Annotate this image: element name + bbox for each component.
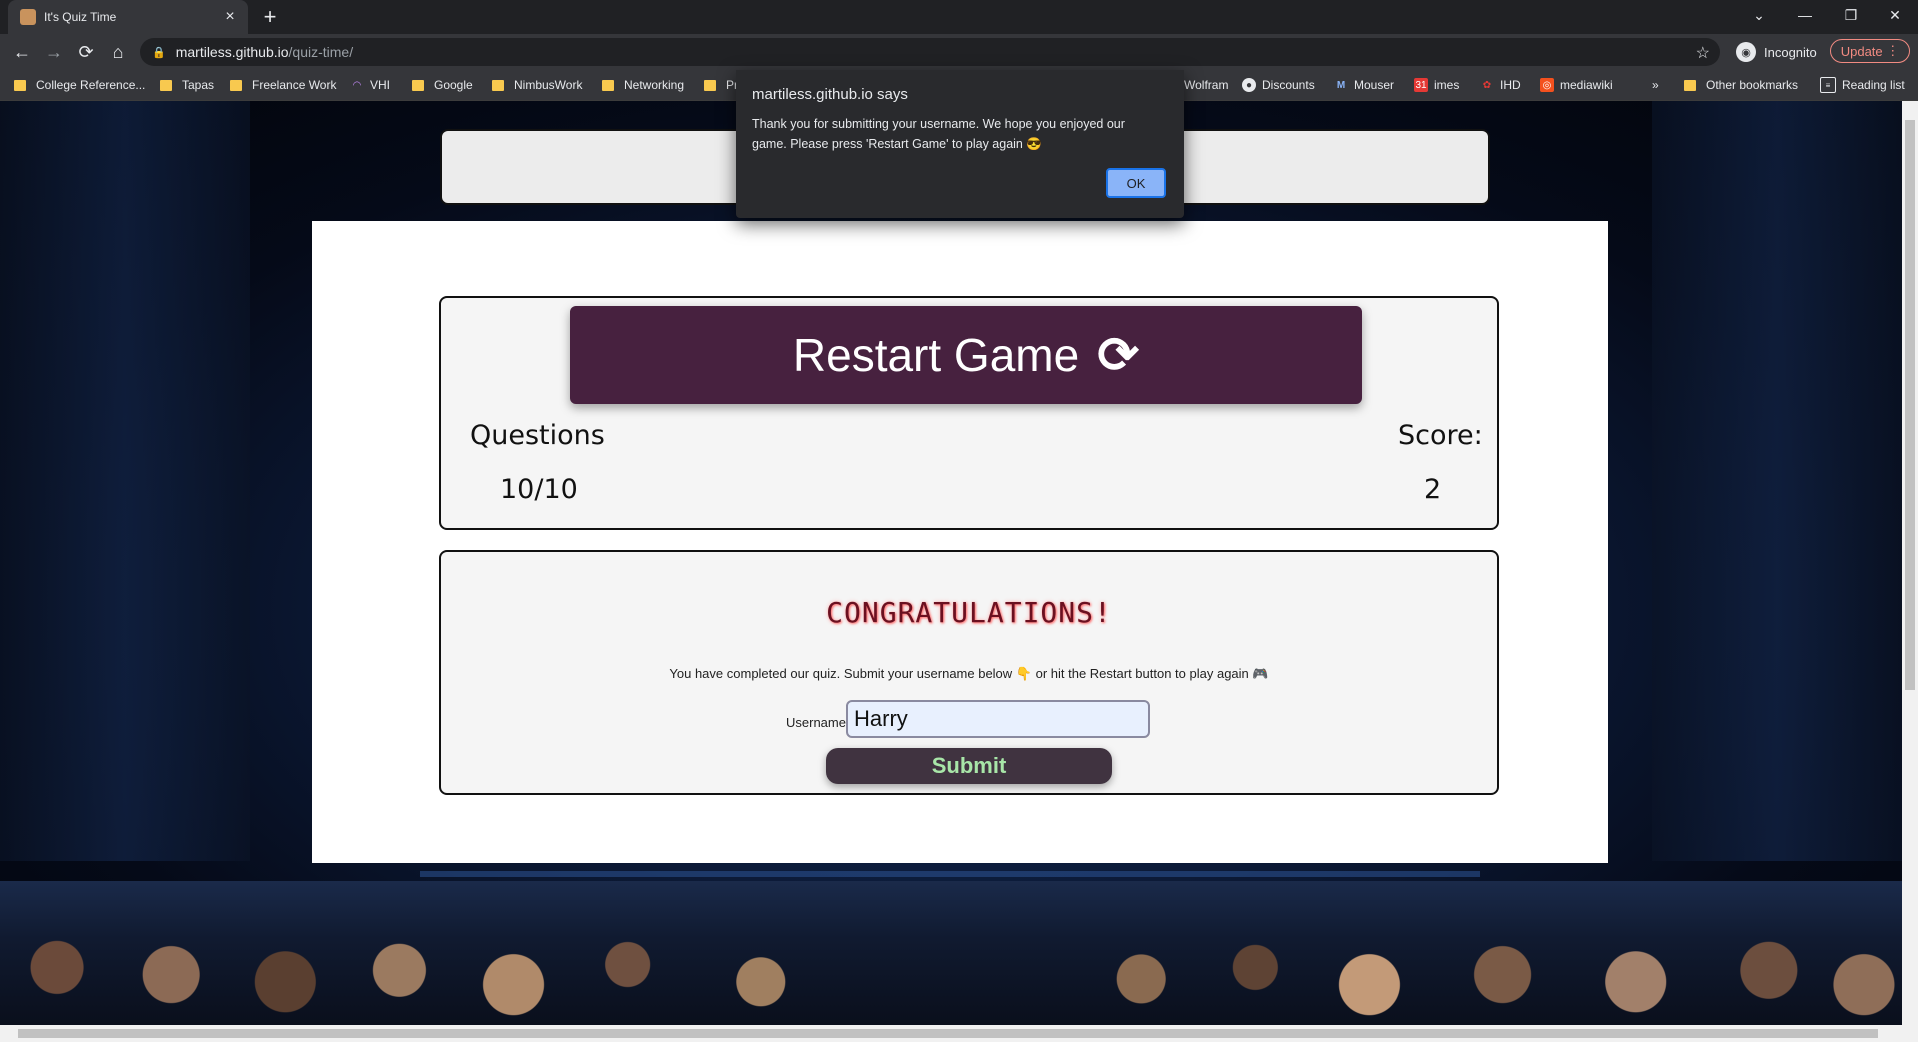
- other-bookmarks[interactable]: Other bookmarks: [1684, 76, 1798, 94]
- bookmark-item[interactable]: ◠ VHI: [350, 76, 390, 94]
- quiz-favicon-icon: [20, 9, 36, 25]
- bookmark-label: Google: [434, 78, 473, 92]
- incognito-indicator[interactable]: ◉ Incognito: [1736, 40, 1817, 64]
- folder-icon: [412, 79, 424, 91]
- username-input[interactable]: [846, 700, 1150, 738]
- url-host: martiless.github.io: [175, 44, 289, 60]
- overflow-label: »: [1652, 78, 1659, 92]
- bookmark-label: Networking: [624, 78, 685, 92]
- reading-list-icon: ≡: [1820, 77, 1836, 93]
- questions-label: Questions: [470, 420, 605, 451]
- folder-icon: [1684, 79, 1696, 91]
- background-stage: [420, 871, 1480, 877]
- discounts-icon: ●: [1242, 78, 1256, 92]
- folder-icon: [704, 79, 716, 91]
- bookmark-label: mediawiki: [1560, 78, 1613, 92]
- new-tab-button[interactable]: +: [258, 4, 282, 29]
- mouser-icon: M: [1336, 79, 1346, 91]
- home-icon[interactable]: ⌂: [106, 40, 130, 64]
- horizontal-scrollbar-thumb[interactable]: [18, 1029, 1878, 1038]
- browser-title-bar: It's Quiz Time × + ⌄ — ❐ ✕: [0, 0, 1918, 34]
- restart-game-button[interactable]: Restart Game ⟳: [570, 306, 1362, 404]
- congratulations-heading: CONGRATULATIONS!: [826, 596, 1112, 629]
- folder-icon: [230, 79, 242, 91]
- bookmark-label: College Reference...: [36, 78, 146, 92]
- folder-icon: [602, 79, 614, 91]
- browser-tab[interactable]: It's Quiz Time ×: [8, 0, 248, 34]
- address-bar[interactable]: 🔒 martiless.github.io/quiz-time/ ☆: [140, 38, 1720, 66]
- alert-dialog: martiless.github.io says Thank you for s…: [736, 70, 1184, 218]
- questions-value: 10/10: [500, 474, 578, 505]
- bookmark-item[interactable]: ◎ mediawiki: [1540, 76, 1613, 94]
- bookmark-item[interactable]: Google: [412, 76, 473, 94]
- bookmark-label: Wolfram: [1184, 78, 1229, 92]
- background-curtain-right: [1652, 101, 1902, 861]
- lock-icon: 🔒: [152, 46, 166, 59]
- bookmark-item[interactable]: Tapas: [160, 76, 214, 94]
- submit-label: Submit: [931, 753, 1007, 778]
- reading-list[interactable]: ≡ Reading list: [1820, 76, 1905, 94]
- tab-close-icon[interactable]: ×: [220, 7, 240, 27]
- score-label: Score:: [1398, 420, 1483, 451]
- bookmark-item[interactable]: College Reference...: [14, 76, 145, 94]
- submit-button[interactable]: Submit: [826, 748, 1112, 784]
- url-path: /quiz-time/: [288, 44, 354, 60]
- bookmark-label: Reading list: [1842, 78, 1905, 92]
- bookmark-item[interactable]: 31 imes: [1414, 76, 1459, 94]
- bookmark-label: Discounts: [1262, 78, 1315, 92]
- restart-label: Restart Game: [792, 329, 1080, 381]
- bookmark-label: Tapas: [182, 78, 215, 92]
- bookmark-item[interactable]: ● Discounts: [1242, 76, 1315, 94]
- restore-button[interactable]: ❐: [1828, 0, 1874, 30]
- vertical-scrollbar-thumb[interactable]: [1905, 120, 1915, 690]
- completion-message: You have completed our quiz. Submit your…: [669, 666, 1269, 681]
- incognito-icon: ◉: [1736, 42, 1756, 62]
- ihd-icon: ✿: [1482, 79, 1492, 91]
- vhi-icon: ◠: [352, 79, 362, 91]
- background-audience-image: [0, 881, 1902, 1025]
- dialog-ok-button[interactable]: OK: [1106, 168, 1166, 198]
- tab-title: It's Quiz Time: [44, 10, 117, 24]
- browser-toolbar: ← → ⟳ ⌂ 🔒 martiless.github.io/quiz-time/…: [0, 34, 1918, 70]
- close-window-button[interactable]: ✕: [1872, 0, 1918, 30]
- score-value: 2: [1424, 474, 1442, 505]
- bookmark-label: Other bookmarks: [1706, 78, 1799, 92]
- folder-icon: [14, 79, 26, 91]
- tab-search-icon[interactable]: ⌄: [1736, 0, 1782, 30]
- update-label: Update: [1840, 43, 1883, 59]
- bookmark-label: imes: [1434, 78, 1460, 92]
- back-arrow-icon[interactable]: ←: [10, 40, 34, 64]
- bookmarks-overflow-button[interactable]: »: [1652, 76, 1659, 94]
- background-curtain-left: [0, 101, 250, 861]
- bookmark-label: VHI: [370, 78, 391, 92]
- folder-icon: [160, 79, 172, 91]
- calendar-icon: 31: [1414, 78, 1428, 92]
- bookmark-item[interactable]: Wolfram: [1184, 76, 1228, 94]
- bookmark-star-icon[interactable]: ☆: [1696, 43, 1710, 63]
- bookmark-item[interactable]: Networking: [602, 76, 684, 94]
- bookmark-item[interactable]: Freelance Work: [230, 76, 336, 94]
- bookmark-label: NimbusWork: [514, 78, 583, 92]
- minimize-button[interactable]: —: [1782, 0, 1828, 30]
- bookmark-label: IHD: [1500, 78, 1521, 92]
- reload-icon[interactable]: ⟳: [74, 40, 98, 64]
- bookmark-item[interactable]: M Mouser: [1334, 76, 1394, 94]
- update-button[interactable]: Update ⋮: [1830, 39, 1910, 63]
- forward-arrow-icon[interactable]: →: [42, 40, 66, 64]
- incognito-label: Incognito: [1764, 44, 1817, 60]
- bookmark-label: Mouser: [1354, 78, 1395, 92]
- bookmark-label: Freelance Work: [252, 78, 337, 92]
- mediawiki-icon: ◎: [1540, 78, 1554, 92]
- ok-label: OK: [1126, 175, 1146, 191]
- sync-icon: ⟳: [1097, 327, 1140, 383]
- bookmark-item[interactable]: ✿ IHD: [1480, 76, 1521, 94]
- folder-icon: [492, 79, 504, 91]
- username-label: Username: [786, 715, 846, 730]
- dialog-title: martiless.github.io says: [752, 86, 908, 103]
- dialog-message: Thank you for submitting your username. …: [752, 117, 1125, 151]
- bookmark-item[interactable]: Pr: [704, 76, 738, 94]
- bookmark-item[interactable]: NimbusWork: [492, 76, 582, 94]
